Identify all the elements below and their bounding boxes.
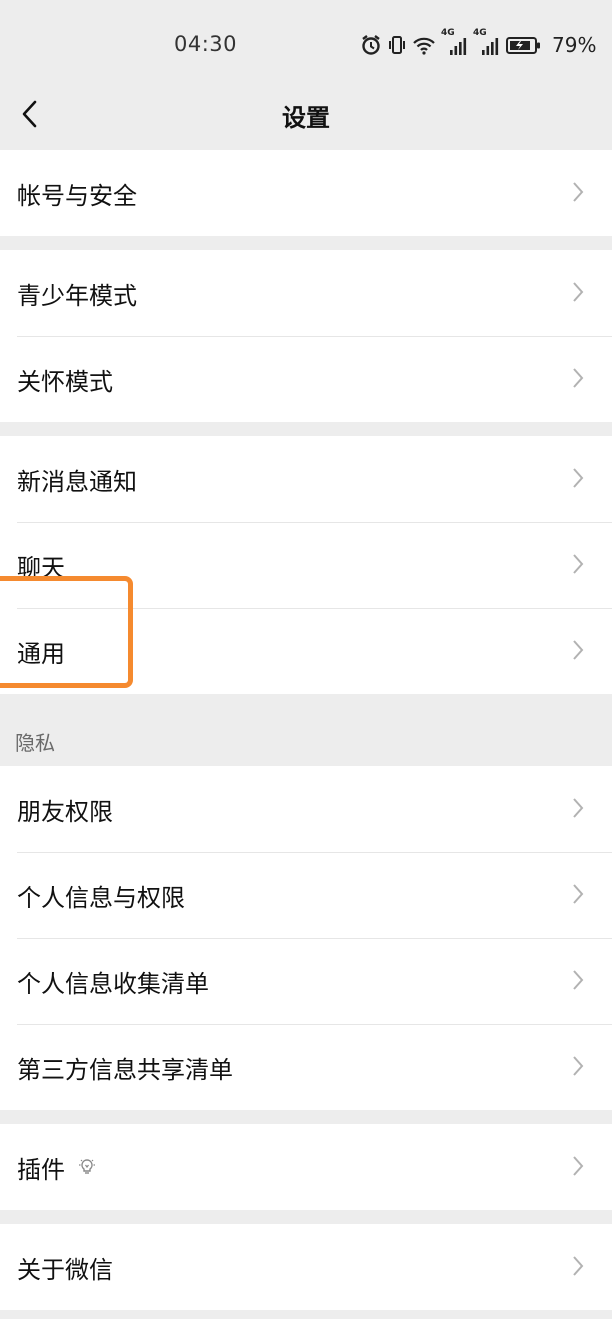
settings-item-label: 通用 — [17, 639, 65, 668]
chevron-right-icon — [572, 639, 584, 665]
row-divider — [17, 522, 612, 523]
chevron-right-icon — [572, 1155, 584, 1181]
settings-item-label-wrap: 插件 — [17, 1150, 97, 1185]
row-divider — [17, 1024, 612, 1025]
settings-group-modes: 青少年模式 关怀模式 — [0, 250, 612, 422]
settings-item-account-security[interactable]: 帐号与安全 — [0, 150, 612, 236]
group-gap — [0, 1210, 612, 1224]
settings-item-label: 新消息通知 — [17, 467, 137, 496]
section-label: 隐私 — [15, 731, 55, 755]
chevron-right-icon — [572, 367, 584, 393]
settings-item-general[interactable]: 通用 — [0, 608, 612, 694]
settings-item-label: 青少年模式 — [17, 281, 137, 310]
settings-item-label: 个人信息收集清单 — [17, 969, 209, 998]
chevron-right-icon — [572, 797, 584, 823]
group-gap — [0, 1110, 612, 1124]
settings-item-notifications[interactable]: 新消息通知 — [0, 436, 612, 522]
group-gap — [0, 236, 612, 250]
chevron-right-icon — [572, 883, 584, 909]
group-gap — [0, 422, 612, 436]
settings-group-messaging: 新消息通知 聊天 通用 — [0, 436, 612, 694]
chevron-right-icon — [572, 553, 584, 579]
settings-item-label: 插件 — [17, 1155, 65, 1184]
status-bar: 04:30 4G 4G 79% — [0, 0, 612, 90]
battery-percentage: 79% — [552, 33, 597, 57]
row-divider — [17, 336, 612, 337]
status-time: 04:30 — [174, 32, 238, 56]
vibrate-icon — [388, 34, 406, 56]
navigation-bar: 设置 — [0, 90, 612, 150]
chevron-right-icon — [572, 969, 584, 995]
wifi-icon — [412, 34, 436, 56]
network-type-label: 4G — [473, 28, 487, 38]
settings-item-label: 朋友权限 — [17, 797, 113, 826]
network-type-label: 4G — [441, 28, 455, 38]
settings-item-label: 个人信息与权限 — [17, 883, 185, 912]
settings-item-third-party-sharing-list[interactable]: 第三方信息共享清单 — [0, 1024, 612, 1110]
settings-item-chat[interactable]: 聊天 — [0, 522, 612, 608]
row-divider — [17, 938, 612, 939]
page-title: 设置 — [282, 104, 330, 132]
settings-item-label: 关于微信 — [17, 1255, 113, 1284]
settings-item-info-collection-list[interactable]: 个人信息收集清单 — [0, 938, 612, 1024]
settings-group-about: 关于微信 — [0, 1224, 612, 1310]
chevron-right-icon — [572, 467, 584, 493]
chevron-right-icon — [572, 1255, 584, 1281]
settings-item-teen-mode[interactable]: 青少年模式 — [0, 250, 612, 336]
section-header-privacy: 隐私 — [0, 694, 612, 766]
settings-group-privacy: 朋友权限 个人信息与权限 个人信息收集清单 第三方信息共享清单 — [0, 766, 612, 1110]
status-icons: 4G 4G 79% — [360, 28, 597, 58]
chevron-right-icon — [572, 181, 584, 207]
alarm-icon — [360, 34, 382, 56]
settings-group-account: 帐号与安全 — [0, 150, 612, 236]
settings-item-label: 关怀模式 — [17, 367, 113, 396]
signal-icon: 4G — [473, 28, 500, 56]
row-divider — [17, 852, 612, 853]
row-divider — [17, 608, 612, 609]
settings-item-plugins[interactable]: 插件 — [0, 1124, 612, 1210]
settings-item-label: 帐号与安全 — [17, 181, 137, 210]
settings-item-label: 聊天 — [17, 553, 65, 582]
settings-item-friend-permissions[interactable]: 朋友权限 — [0, 766, 612, 852]
settings-item-personal-info-permissions[interactable]: 个人信息与权限 — [0, 852, 612, 938]
signal-icon: 4G — [441, 28, 468, 56]
battery-charging-icon — [506, 34, 542, 56]
chevron-right-icon — [572, 281, 584, 307]
settings-list: 帐号与安全 青少年模式 关怀模式 新消息通知 聊天 通用 隐私 朋友权限 个人信… — [0, 150, 612, 1310]
settings-item-care-mode[interactable]: 关怀模式 — [0, 336, 612, 422]
lightbulb-icon — [77, 1157, 97, 1177]
settings-item-about-wechat[interactable]: 关于微信 — [0, 1224, 612, 1310]
settings-item-label: 第三方信息共享清单 — [17, 1055, 233, 1084]
settings-group-plugins: 插件 — [0, 1124, 612, 1210]
chevron-right-icon — [572, 1055, 584, 1081]
